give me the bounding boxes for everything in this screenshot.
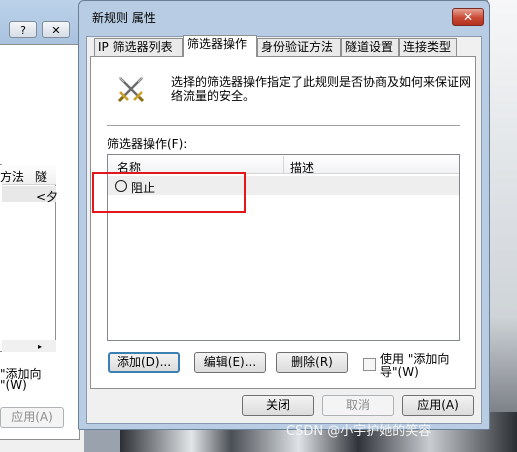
tab-ip-filter-list[interactable]: IP 筛选器列表 [94,38,183,56]
background-apply-button[interactable]: 应用(A) [0,407,64,428]
tab-connection-type[interactable]: 连接类型 [399,38,457,56]
dialog-title: 新规则 属性 [92,11,156,25]
background-row-value: <夕 [36,190,59,204]
column-divider[interactable] [283,156,284,173]
background-column-method: 方法 [0,170,25,184]
separator [107,125,460,126]
apply-button[interactable]: 应用(A) [402,395,474,416]
crossed-swords-icon [117,76,145,103]
background-help-button[interactable]: ? [9,21,37,38]
delete-button[interactable]: 删除(R) [276,352,348,373]
dialog-close-button[interactable]: ✕ [452,8,484,26]
close-button[interactable]: 关闭 [242,395,314,416]
scroll-right-arrow-icon[interactable]: ▸ [38,342,42,351]
desktop-background-right [488,0,517,452]
cancel-button[interactable]: 取消 [322,395,394,416]
add-button[interactable]: 添加(D)... [108,352,180,373]
use-wizard-label: 使用 "添加向导"(W) [380,352,450,379]
highlight-annotation [92,172,246,213]
filter-action-description: 选择的筛选器操作指定了此规则是否协商及如何来保证网络流量的安全。 [171,75,472,103]
filter-actions-label: 筛选器操作(F): [107,137,188,151]
edit-button[interactable]: 编辑(E)... [194,352,266,373]
watermark: CSDN @小宇护她的笑容 [286,424,432,439]
tab-filter-action[interactable]: 筛选器操作 [183,35,257,57]
background-close-button[interactable]: ✕ [42,21,70,38]
use-wizard-checkbox[interactable] [363,358,376,371]
background-checkbox-text-2: "(W) [0,378,27,392]
tab-authentication-methods[interactable]: 身份验证方法 [257,38,341,56]
tab-tunnel-settings[interactable]: 隧道设置 [341,38,399,56]
background-scrollbar[interactable] [2,340,56,352]
background-column-tunnel: 隧 [35,170,48,184]
column-header-description[interactable]: 描述 [290,159,314,176]
